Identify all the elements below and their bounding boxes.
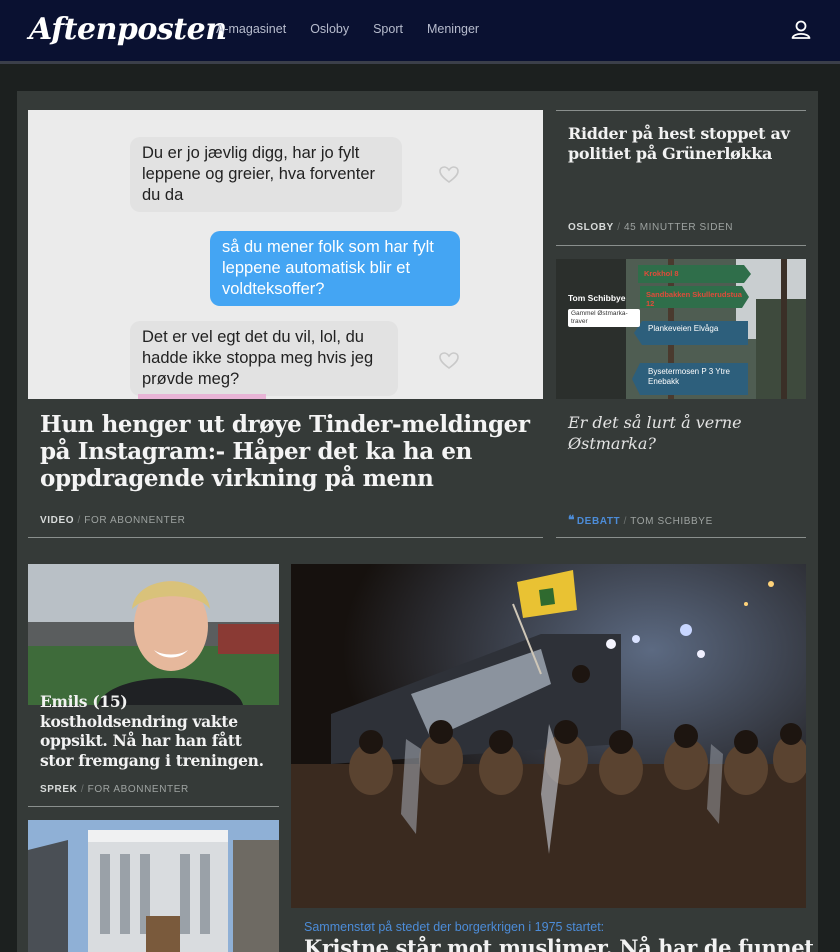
building-story-image[interactable] bbox=[28, 820, 279, 952]
story-meta: ❝ DEBATT / TOM SCHIBBYE bbox=[568, 513, 713, 527]
chat-bubble-received: Du er jo jævlig digg, har jo fylt leppen… bbox=[130, 137, 402, 212]
emil-story-image[interactable] bbox=[28, 564, 279, 705]
story-title[interactable]: Er det så lurt å verne Østmarka? bbox=[568, 412, 798, 454]
sign-text: Bysetermosen P 3 Ytre Enebakk bbox=[648, 367, 730, 386]
protest-photo bbox=[291, 564, 806, 908]
lead-story-meta: VIDEO / FOR ABONNENTER bbox=[40, 515, 186, 526]
header-divider bbox=[0, 61, 840, 64]
nav-link-osloby[interactable]: Osloby bbox=[310, 22, 349, 36]
meta-section: VIDEO bbox=[40, 515, 75, 526]
lead-story-title[interactable]: Hun henger ut drøye Tinder-meldinger på … bbox=[40, 411, 530, 492]
heart-icon bbox=[439, 166, 459, 183]
meta-section: OSLOBY bbox=[568, 222, 614, 233]
divider bbox=[556, 110, 806, 111]
nav-link-meninger[interactable]: Meninger bbox=[427, 22, 479, 36]
divider bbox=[28, 537, 543, 538]
story-title[interactable]: Kristne står mot muslimer. Nå har de fun… bbox=[304, 935, 814, 952]
divider bbox=[28, 806, 279, 807]
building-photo bbox=[28, 820, 279, 952]
meta-info: FOR ABONNENTER bbox=[84, 515, 186, 526]
divider bbox=[556, 537, 806, 538]
sign-text: Plankeveien Elvåga bbox=[648, 324, 719, 333]
divider bbox=[556, 245, 806, 246]
story-title[interactable]: Emils (15) kostholdsendring vakte oppsik… bbox=[40, 692, 270, 770]
main-nav: A-magasinet Osloby Sport Meninger bbox=[216, 22, 503, 36]
photo-credit-name: Tom Schibbye bbox=[568, 293, 626, 303]
story-title[interactable]: Ridder på hest stoppet av politiet på Gr… bbox=[568, 124, 798, 164]
tinder-username-strip bbox=[138, 394, 266, 399]
meta-info: 45 MINUTTER SIDEN bbox=[624, 222, 734, 233]
meta-info: FOR ABONNENTER bbox=[87, 784, 189, 795]
sign-text: Sandbakken Skullerudstua 12 bbox=[646, 290, 742, 308]
site-logo[interactable]: Aftenposten bbox=[29, 12, 227, 47]
chat-bubble-received: Det er vel egt det du vil, lol, du hadde… bbox=[130, 321, 398, 396]
meta-info: TOM SCHIBBYE bbox=[630, 516, 713, 527]
heart-icon bbox=[439, 352, 459, 369]
nav-link-a-magasinet[interactable]: A-magasinet bbox=[216, 22, 286, 36]
sign-text: Krokhol 8 bbox=[644, 269, 679, 278]
story-meta: SPREK / FOR ABONNENTER bbox=[40, 784, 189, 795]
oestmarka-story-image[interactable]: Tom Schibbye Gammel Østmarka-traver Krok… bbox=[556, 259, 806, 399]
story-meta: OSLOBY / 45 MINUTTER SIDEN bbox=[568, 222, 734, 233]
nav-link-sport[interactable]: Sport bbox=[373, 22, 403, 36]
chat-bubble-sent: så du mener folk som har fylt leppene au… bbox=[210, 231, 460, 306]
meta-section: DEBATT bbox=[576, 516, 621, 527]
quote-icon: ❝ bbox=[568, 513, 575, 527]
user-icon[interactable] bbox=[790, 19, 812, 41]
portrait-photo bbox=[28, 564, 279, 705]
meta-section: SPREK bbox=[40, 784, 78, 795]
lead-story-image[interactable]: Du er jo jævlig digg, har jo fylt leppen… bbox=[28, 110, 543, 399]
story-kicker: Sammenstøt på stedet der borgerkrigen i … bbox=[304, 920, 605, 934]
photo-credit-caption: Gammel Østmarka-traver bbox=[568, 309, 640, 327]
beirut-story-image[interactable] bbox=[291, 564, 806, 908]
site-header: Aftenposten A-magasinet Osloby Sport Men… bbox=[0, 0, 840, 61]
